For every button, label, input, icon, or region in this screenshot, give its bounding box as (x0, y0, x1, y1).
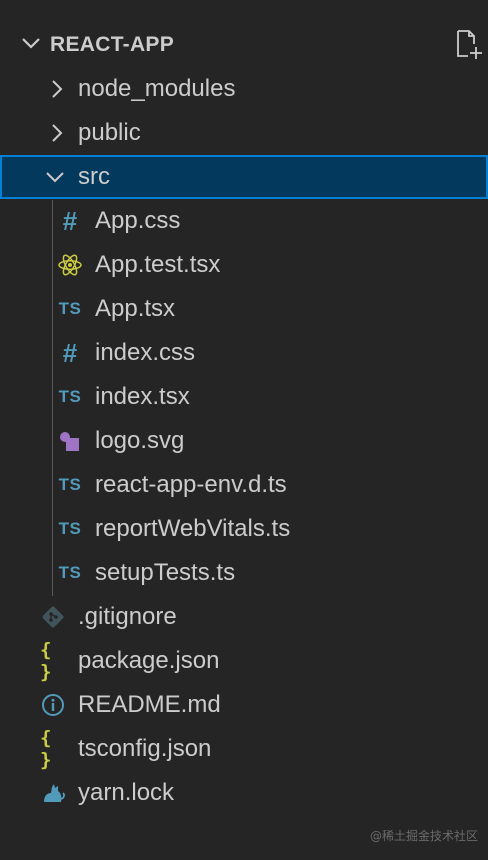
typescript-icon: TS (58, 475, 82, 494)
tree-item-readme-md[interactable]: README.md (0, 683, 488, 727)
watermark: @稀土掘金技术社区 (369, 829, 478, 843)
tree-item-tsconfig-json[interactable]: { } tsconfig.json (0, 727, 488, 771)
tree-item-label: yarn.lock (78, 779, 175, 806)
info-icon (40, 693, 66, 717)
tree-item-index-tsx[interactable]: TS index.tsx (0, 375, 488, 419)
tree-item-logo-svg[interactable]: logo.svg (0, 419, 488, 463)
css-hash-icon: # (62, 205, 78, 236)
tree-item-app-css[interactable]: # App.css (0, 199, 488, 243)
tree-item-label: README.md (78, 691, 221, 718)
tree-item-label: App.tsx (95, 295, 176, 322)
css-hash-icon: # (62, 337, 78, 368)
explorer-section-header[interactable]: REACT-APP (0, 22, 488, 66)
tree-item-public[interactable]: public (0, 111, 488, 155)
new-file-icon[interactable] (452, 28, 484, 60)
tree-item-report-web-vitals-ts[interactable]: TS reportWebVitals.ts (0, 507, 488, 551)
json-braces-icon: { } (40, 727, 51, 771)
json-braces-icon: { } (40, 639, 51, 683)
git-icon (40, 605, 66, 629)
typescript-icon: TS (58, 563, 82, 582)
file-explorer: REACT-APP node_modules public src # App. (0, 0, 488, 860)
typescript-icon: TS (58, 519, 82, 538)
tree-item-yarn-lock[interactable]: yarn.lock (0, 771, 488, 815)
typescript-icon: TS (58, 387, 82, 406)
tree-item-react-app-env-d-ts[interactable]: TS react-app-env.d.ts (0, 463, 488, 507)
react-icon (57, 253, 83, 277)
tree-item-label: node_modules (78, 75, 236, 102)
chevron-down-icon (46, 172, 64, 183)
yarn-cat-icon (40, 781, 66, 805)
tree-item-src[interactable]: src (0, 155, 488, 199)
tree-item-node-modules[interactable]: node_modules (0, 67, 488, 111)
tree-item-label: .gitignore (78, 603, 177, 630)
tree-item-index-css[interactable]: # index.css (0, 331, 488, 375)
tree-item-label: tsconfig.json (78, 735, 212, 762)
tree-item-label: react-app-env.d.ts (95, 471, 287, 498)
chevron-right-icon (52, 124, 63, 142)
tree-item-label: index.css (95, 339, 196, 366)
chevron-down-icon (22, 38, 40, 49)
tree-item-label: public (78, 119, 141, 146)
tree-item-app-test-tsx[interactable]: App.test.tsx (0, 243, 488, 287)
chevron-right-icon (52, 80, 63, 98)
tree-item-package-json[interactable]: { } package.json (0, 639, 488, 683)
tree-item-label: App.css (95, 207, 181, 234)
svg-shapes-icon (57, 429, 83, 453)
tree-item-label: src (78, 163, 110, 190)
typescript-icon: TS (58, 299, 82, 318)
tree-item-setup-tests-ts[interactable]: TS setupTests.ts (0, 551, 488, 595)
tree-item-label: setupTests.ts (95, 559, 236, 586)
tree-item-gitignore[interactable]: .gitignore (0, 595, 488, 639)
tree-item-label: package.json (78, 647, 220, 674)
tree-item-label: App.test.tsx (95, 251, 221, 278)
tree-item-label: logo.svg (95, 427, 185, 454)
tree-item-label: reportWebVitals.ts (95, 515, 291, 542)
tree-item-label: index.tsx (95, 383, 190, 410)
explorer-title: REACT-APP (50, 33, 175, 56)
tree-item-app-tsx[interactable]: TS App.tsx (0, 287, 488, 331)
